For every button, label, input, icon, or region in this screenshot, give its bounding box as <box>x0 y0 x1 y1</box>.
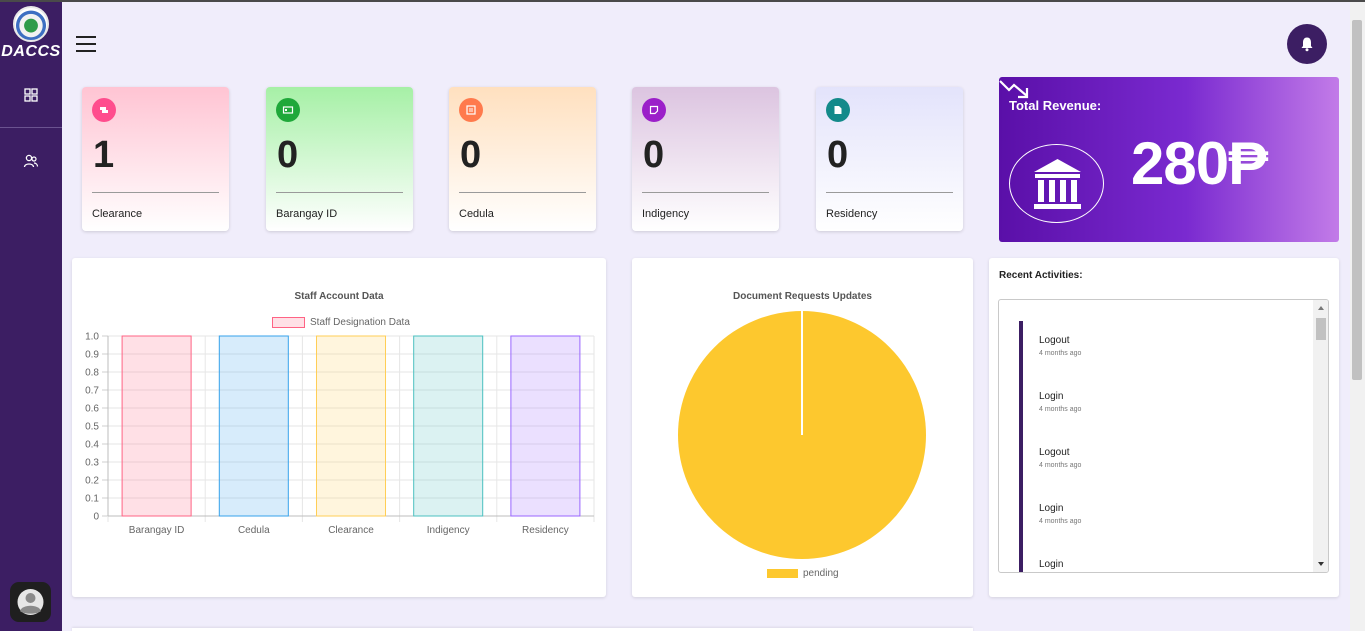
timeline-bar <box>1019 321 1023 572</box>
activity-time: 4 months ago <box>1039 350 1082 357</box>
activity-item: Logout 4 months ago <box>1039 335 1081 357</box>
y-tick-label: 0.1 <box>85 494 99 505</box>
x-tick-label: Residency <box>522 525 569 536</box>
activity-action: Logout <box>1039 335 1070 346</box>
clearance-icon <box>92 98 116 122</box>
doc-legend-label[interactable]: pending <box>803 568 839 579</box>
sidebar-divider <box>0 127 62 128</box>
card-divider <box>642 192 769 193</box>
y-tick-label: 0.3 <box>85 458 99 469</box>
activities-scrollbar[interactable] <box>1313 300 1329 572</box>
x-tick-label: Cedula <box>238 525 270 536</box>
residency-count: 0 <box>827 134 849 176</box>
bar <box>510 335 581 517</box>
grid-icon[interactable] <box>23 87 39 103</box>
barangay-seal-logo <box>13 6 49 42</box>
barangay-id-card[interactable]: 0 Barangay ID <box>266 87 413 231</box>
activity-time: 4 months ago <box>1039 406 1082 413</box>
page-scroll-thumb[interactable] <box>1352 20 1362 380</box>
clearance-label: Clearance <box>92 208 143 220</box>
y-tick-label: 1.0 <box>85 332 99 343</box>
page-scrollbar[interactable] <box>1350 2 1365 631</box>
cedula-card[interactable]: 0 Cedula <box>449 87 596 231</box>
users-icon[interactable] <box>23 153 39 169</box>
activity-action: Login <box>1039 391 1064 402</box>
activity-item: Logout 4 months ago <box>1039 447 1081 469</box>
barangay-id-count: 0 <box>277 134 299 176</box>
menu-toggle-icon[interactable] <box>76 36 96 52</box>
barangay-id-label: Barangay ID <box>276 208 338 220</box>
indigency-label: Indigency <box>642 208 690 220</box>
bar <box>218 335 289 517</box>
staff-account-panel: Staff Account Data Staff Designation Dat… <box>72 258 606 597</box>
card-divider <box>276 192 403 193</box>
clearance-count: 1 <box>93 134 115 176</box>
y-tick-label: 0.8 <box>85 368 99 379</box>
activities-title: Recent Activities: <box>999 270 1083 281</box>
residency-label: Residency <box>826 208 878 220</box>
bar <box>315 335 387 517</box>
activity-time: 4 months ago <box>1039 518 1082 525</box>
clearance-card[interactable]: 1 Clearance <box>82 87 229 231</box>
cedula-icon <box>459 98 483 122</box>
staff-bar-chart: 0 0.1 0.2 0.3 0.4 0.5 0.6 0.7 0.8 0.9 1.0 Barangay … <box>85 332 595 536</box>
activity-item: Login <box>1039 559 1064 572</box>
x-tick-label: Indigency <box>427 525 470 536</box>
y-tick-label: 0.6 <box>85 404 99 415</box>
document-requests-panel: Document Requests Updates pending <box>632 258 973 597</box>
indigency-count: 0 <box>643 134 665 176</box>
cedula-count: 0 <box>460 134 482 176</box>
card-divider <box>92 192 219 193</box>
x-tick-label: Barangay ID <box>129 525 185 536</box>
activities-scroll-thumb[interactable] <box>1316 318 1326 340</box>
y-tick-label: 0.2 <box>85 476 99 487</box>
activity-item: Login 4 months ago <box>1039 503 1081 525</box>
indigency-card[interactable]: 0 Indigency <box>632 87 779 231</box>
activity-item: Login 4 months ago <box>1039 391 1081 413</box>
document-pie-chart <box>678 311 926 559</box>
y-tick-label: 0 <box>93 512 99 523</box>
indigency-icon <box>642 98 666 122</box>
total-revenue-card: Total Revenue: 280₱ <box>999 77 1339 242</box>
user-avatar-icon <box>17 589 44 615</box>
residency-card[interactable]: 0 Residency <box>816 87 963 231</box>
user-avatar[interactable] <box>10 582 51 622</box>
cedula-label: Cedula <box>459 208 494 220</box>
id-card-icon <box>276 98 300 122</box>
sidebar: DACCS <box>0 2 62 631</box>
card-divider <box>459 192 586 193</box>
x-tick-label: Clearance <box>328 525 374 536</box>
residency-icon <box>826 98 850 122</box>
app-logo-text: DACCS <box>1 43 61 60</box>
y-tick-label: 0.5 <box>85 422 99 433</box>
bank-icon <box>1009 144 1104 223</box>
revenue-amount: 280₱ <box>1131 130 1268 197</box>
activity-action: Login <box>1039 559 1064 570</box>
activities-list[interactable]: Logout 4 months ago Login 4 months ago L… <box>998 299 1329 573</box>
recent-activities-panel: Recent Activities: Logout 4 months ago L… <box>989 258 1339 597</box>
card-divider <box>826 192 953 193</box>
activity-action: Logout <box>1039 447 1070 458</box>
y-tick-label: 0.4 <box>85 440 99 451</box>
bell-icon <box>1301 37 1313 52</box>
bar <box>413 335 484 517</box>
y-tick-label: 0.7 <box>85 386 99 397</box>
scroll-down-icon[interactable] <box>1313 556 1329 572</box>
bar <box>121 335 192 517</box>
scroll-up-icon[interactable] <box>1313 300 1329 316</box>
y-tick-label: 0.9 <box>85 350 99 361</box>
activity-time: 4 months ago <box>1039 462 1082 469</box>
activity-action: Login <box>1039 503 1064 514</box>
doc-legend-swatch[interactable] <box>767 569 798 578</box>
notification-button[interactable] <box>1287 24 1327 64</box>
window-top-border <box>0 0 1365 2</box>
trending-down-icon <box>999 80 1029 99</box>
